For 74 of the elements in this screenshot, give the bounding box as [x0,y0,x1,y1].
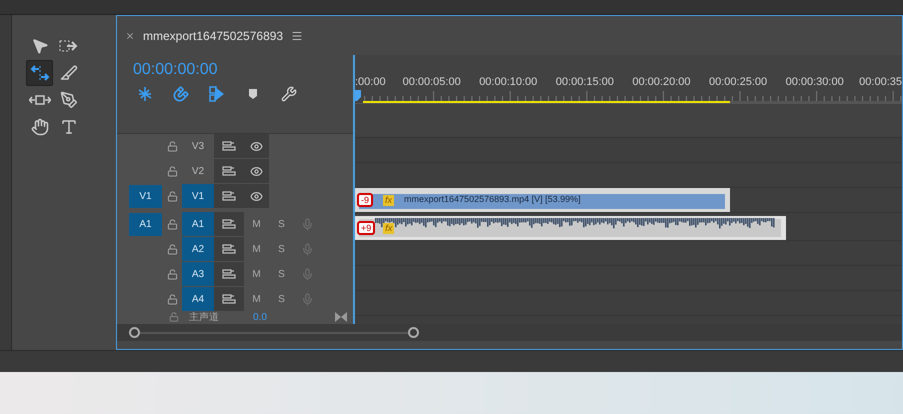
eye-icon[interactable] [250,140,263,152]
track-target[interactable]: V1 [182,184,214,208]
timeline-tool-button[interactable] [279,85,299,103]
ruler-label: 00:00:05:00 [402,75,461,90]
ruler-label: 00:00:25:00 [709,75,768,90]
lock-icon[interactable] [166,269,178,280]
sync-lock-icon[interactable] [222,269,236,279]
solo-toggle[interactable]: S [269,237,294,262]
ruler-label: 00:00:20:00 [632,75,691,90]
sequence-tab[interactable]: mmexport1647502576893 [143,26,284,44]
slip-icon [28,93,50,107]
dashed-arrow-icon [58,39,78,53]
sync-lock-icon[interactable] [222,141,236,151]
source-patch[interactable]: A1 [129,213,162,236]
eye-icon[interactable] [250,164,263,178]
sync-lock-icon[interactable] [222,166,236,176]
scroll-handle[interactable] [129,327,140,338]
track-target[interactable]: A4 [182,287,214,311]
ruler-label: :00:00 [355,75,386,90]
sync-lock-icon[interactable] [222,244,236,254]
ruler-label: 00:00:15:00 [556,75,614,90]
linked-selection-icon [209,86,225,102]
pen-icon [60,91,78,109]
magnet-icon [173,86,189,102]
sync-lock-icon[interactable] [222,191,236,201]
source-patch[interactable]: V1 [129,185,162,208]
track-target[interactable]: A1 [182,212,214,236]
lock-icon[interactable] [166,166,178,177]
ruler-label: 00:00:10:00 [479,75,538,90]
ruler-label: 00:00:35 [859,75,902,90]
lock-icon[interactable] [166,294,178,305]
track-target[interactable]: A2 [182,237,214,261]
lock-icon[interactable] [166,191,178,202]
hand-icon [30,118,48,136]
lock-icon[interactable] [166,141,178,152]
clip-label: mmexport1647502576893.mp4 [V] [53.99%] [404,193,581,206]
razor-icon [60,64,78,82]
menu-icon[interactable] [291,30,304,42]
volume-value[interactable]: 0.0 [253,312,267,323]
marker-icon [247,87,259,101]
track-target[interactable]: A3 [182,262,214,286]
audio-clip[interactable]: +9 fx [355,216,786,240]
solo-toggle[interactable]: S [269,262,294,287]
playhead-icon[interactable] [355,90,362,101]
fx-badge: fx [383,222,394,234]
ruler-label: 00:00:30:00 [786,75,844,90]
ripple-edit-icon [30,65,50,81]
solo-toggle[interactable]: S [269,212,294,237]
tool-button[interactable] [26,60,53,86]
fx-badge: fx [383,194,394,206]
mute-toggle[interactable]: M [244,212,269,237]
solo-toggle[interactable]: S [269,287,294,312]
lock-icon[interactable] [166,244,178,255]
keyframe-badge: -9 [357,193,374,207]
track-target[interactable]: V3 [182,134,214,158]
track-target[interactable]: V2 [182,159,214,183]
lock-icon[interactable] [166,219,178,230]
sync-lock-icon[interactable] [222,294,236,304]
close-icon[interactable] [125,30,135,40]
nest-icon [137,86,153,102]
sync-lock-icon[interactable] [222,219,236,229]
scroll-handle[interactable] [408,327,419,338]
timeline-tool-button[interactable] [171,85,191,103]
mute-toggle[interactable]: M [244,287,269,312]
wrench-icon [281,86,297,102]
type-icon [60,118,78,136]
eye-icon[interactable] [250,190,263,202]
mute-toggle[interactable]: M [244,237,269,262]
arrow-icon [30,37,48,55]
mute-toggle[interactable]: M [244,262,269,287]
bowtie-icon[interactable] [335,312,347,322]
video-clip[interactable]: -9 fx mmexport1647502576893.mp4 [V] [53.99%] [355,188,730,212]
zoom-scrollbar[interactable] [129,326,419,338]
keyframe-badge: +9 [357,221,376,235]
